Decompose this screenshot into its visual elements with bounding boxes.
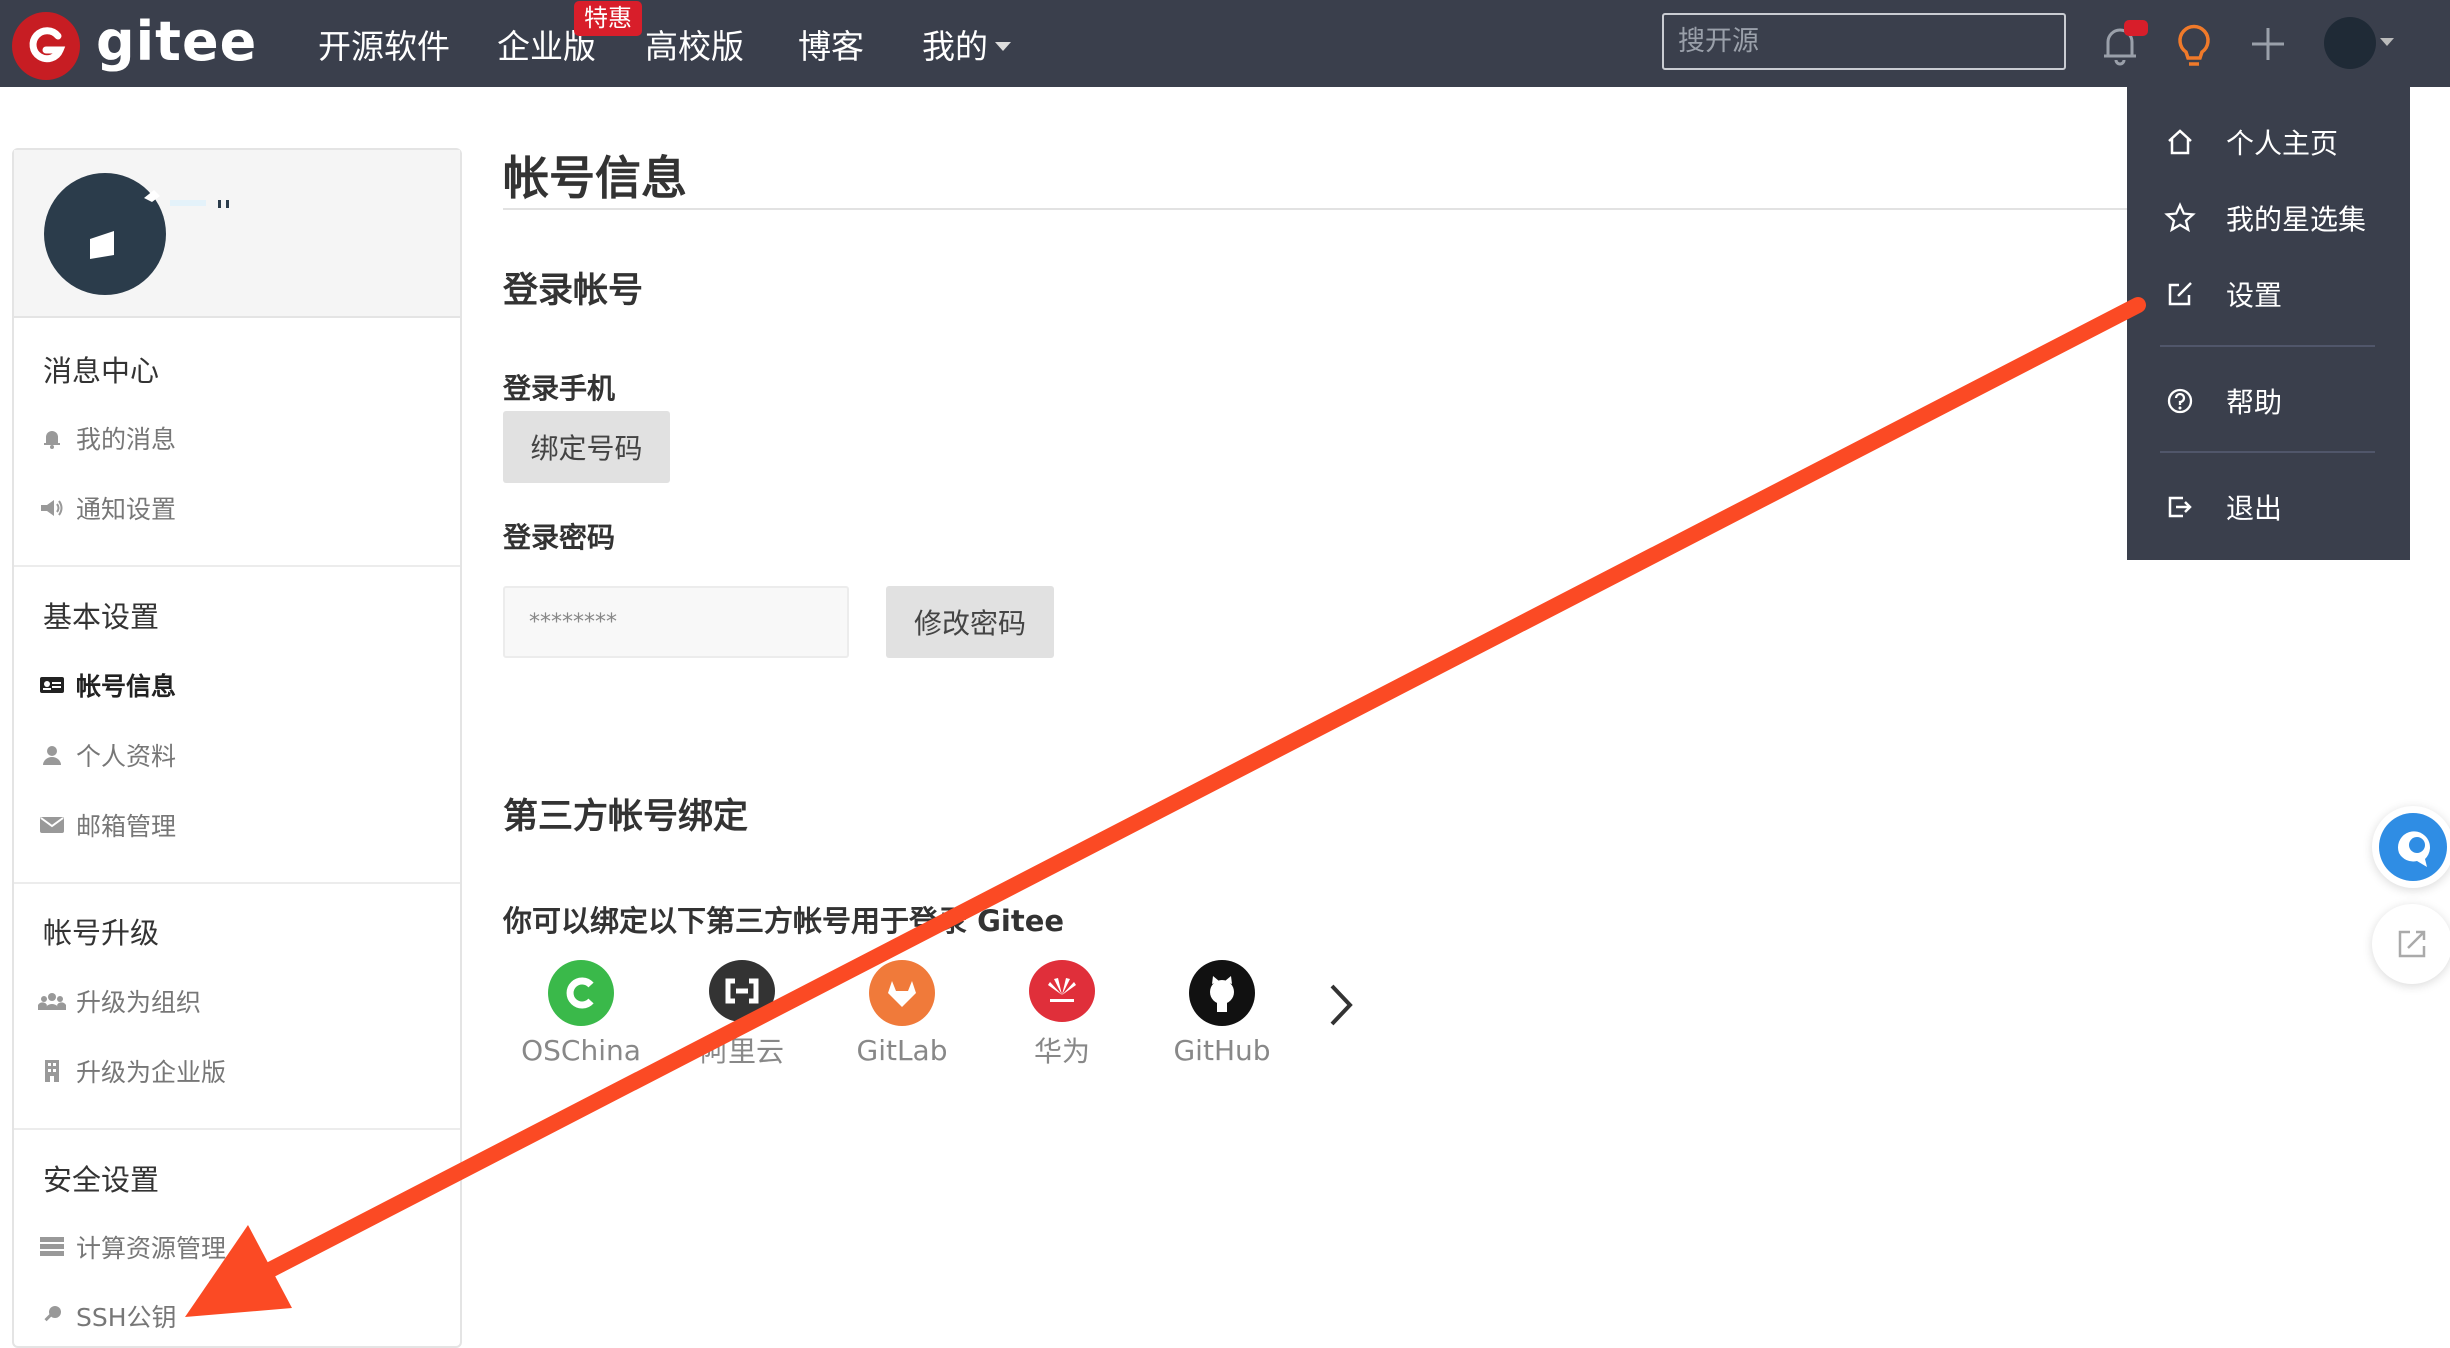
sidebar-divider — [14, 882, 460, 884]
password-field[interactable] — [503, 586, 849, 658]
menu-item-help[interactable]: 帮助 — [2164, 375, 2282, 427]
page-title: 帐号信息 — [503, 151, 687, 205]
sidebar-item-upgrade-org[interactable]: 升级为组织 — [38, 981, 201, 1021]
chevron-down-icon — [995, 42, 1011, 51]
megaphone-icon — [38, 494, 66, 522]
third-party-section-title: 第三方帐号绑定 — [503, 797, 749, 837]
profile-name-icon — [140, 180, 240, 220]
sidebar-heading-basic-settings: 基本设置 — [43, 600, 160, 634]
sidebar-heading-messages: 消息中心 — [43, 354, 160, 388]
sidebar-heading-upgrade: 帐号升级 — [43, 916, 160, 950]
provider-github[interactable]: GitHub — [1152, 960, 1292, 1070]
group-icon — [38, 987, 66, 1015]
plus-icon[interactable] — [2238, 14, 2298, 74]
sidebar-item-email[interactable]: 邮箱管理 — [38, 805, 176, 845]
provider-aliyun[interactable]: 阿里云 — [672, 960, 812, 1070]
sidebar-item-account-info[interactable]: 帐号信息 — [38, 665, 176, 705]
third-party-description: 你可以绑定以下第三方帐号用于登录 Gitee — [503, 904, 1065, 938]
nav-open-source[interactable]: 开源软件 — [318, 20, 450, 68]
password-label: 登录密码 — [503, 521, 616, 554]
building-icon — [38, 1057, 66, 1085]
gitlab-icon — [869, 960, 935, 1026]
sidebar-divider — [14, 565, 460, 567]
title-divider — [503, 208, 2163, 210]
menu-item-homepage[interactable]: 个人主页 — [2164, 116, 2338, 168]
bell-icon — [38, 424, 66, 452]
sidebar-item-profile[interactable]: 个人资料 — [38, 735, 176, 775]
menu-item-settings[interactable]: 设置 — [2164, 268, 2282, 320]
menu-divider — [2160, 451, 2375, 453]
promo-badge: 特惠 — [574, 1, 642, 36]
brand-name[interactable]: gitee — [96, 10, 257, 73]
sidebar-item-notification-settings[interactable]: 通知设置 — [38, 488, 176, 528]
key-icon — [38, 1302, 66, 1330]
server-icon — [38, 1233, 66, 1261]
lightbulb-icon[interactable] — [2164, 14, 2224, 74]
github-icon — [1189, 960, 1255, 1026]
menu-divider — [2160, 345, 2375, 347]
gitee-logo-icon[interactable] — [12, 12, 80, 80]
logout-icon — [2164, 491, 2196, 523]
sidebar-item-my-messages[interactable]: 我的消息 — [38, 418, 176, 458]
edit-icon — [2164, 278, 2196, 310]
share-icon[interactable] — [2372, 904, 2450, 984]
sidebar-item-compute-resources[interactable]: 计算资源管理 — [38, 1227, 226, 1267]
sidebar-divider — [14, 1128, 460, 1130]
nav-university[interactable]: 高校版 — [645, 20, 744, 68]
menu-item-logout[interactable]: 退出 — [2164, 481, 2282, 533]
bell-icon[interactable] — [2090, 14, 2150, 74]
assistant-bubble-icon[interactable] — [2372, 806, 2450, 888]
envelope-icon — [38, 811, 66, 839]
change-password-button[interactable]: 修改密码 — [886, 586, 1054, 658]
phone-label: 登录手机 — [503, 372, 616, 405]
avatar[interactable] — [2324, 17, 2376, 69]
chevron-down-icon[interactable] — [2380, 38, 2394, 46]
help-icon — [2164, 385, 2196, 417]
provider-huawei[interactable]: 华为 — [992, 960, 1132, 1070]
search-input[interactable] — [1662, 13, 2066, 70]
huawei-icon — [1029, 960, 1095, 1022]
menu-item-starred[interactable]: 我的星选集 — [2164, 192, 2366, 244]
sidebar-heading-security: 安全设置 — [43, 1163, 160, 1197]
home-icon — [2164, 126, 2196, 158]
login-section-title: 登录帐号 — [503, 271, 644, 311]
user-icon — [38, 741, 66, 769]
nav-mine[interactable]: 我的 — [922, 20, 988, 68]
oschina-icon — [548, 960, 614, 1026]
provider-gitlab[interactable]: GitLab — [832, 960, 972, 1070]
chevron-right-icon[interactable] — [1320, 980, 1360, 1030]
provider-oschina[interactable]: OSChina — [511, 960, 651, 1070]
nav-blog[interactable]: 博客 — [798, 20, 864, 68]
star-icon — [2164, 202, 2196, 234]
aliyun-icon — [709, 960, 775, 1022]
sidebar-item-upgrade-enterprise[interactable]: 升级为企业版 — [38, 1051, 226, 1091]
id-card-icon — [38, 671, 66, 699]
sidebar-item-ssh-keys[interactable]: SSH公钥 — [38, 1296, 177, 1336]
bind-phone-button[interactable]: 绑定号码 — [503, 411, 670, 483]
